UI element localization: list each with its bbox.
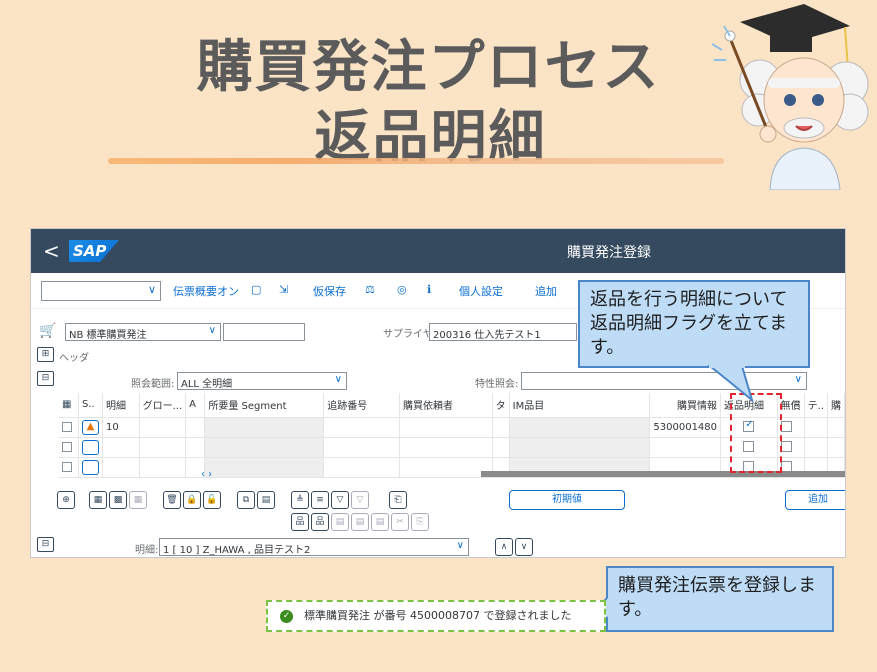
item-number-cell[interactable]: 10	[102, 417, 140, 438]
free-item-checkbox[interactable]	[780, 421, 792, 433]
column-header[interactable]: IM品目	[509, 393, 651, 418]
select-block-icon[interactable]: ▩	[109, 491, 127, 509]
back-icon[interactable]: <	[43, 239, 60, 263]
check-icon[interactable]: ⚖	[365, 283, 375, 296]
cart-icon: 🛒	[39, 323, 57, 339]
items-table: ▦ S.. 明細 グロー... A 所要量 Segment 追跡番号 購買依頼者…	[59, 393, 845, 478]
horizontal-scrollbar[interactable]	[481, 471, 845, 477]
po-number-input[interactable]	[223, 323, 305, 341]
column-header[interactable]: タ	[492, 393, 510, 418]
table-row[interactable]	[59, 437, 845, 458]
callout-register: 購買発注伝票を登録します。	[606, 566, 834, 632]
return-flag-highlight	[730, 393, 782, 473]
toolbar-select[interactable]: ∨	[41, 281, 161, 301]
row-selector[interactable]	[62, 421, 72, 432]
sort-asc-icon[interactable]: ≜	[291, 491, 309, 509]
success-message-text: 標準購買発注 が番号 4500008707 で登録されました	[304, 609, 572, 622]
professor-mascot-image	[711, 4, 869, 190]
doc-overview-button[interactable]: 伝票概要オン	[173, 283, 239, 299]
column-header[interactable]: 所要量 Segment	[204, 393, 325, 418]
chevron-down-icon: ∨	[456, 540, 464, 551]
deselect-icon[interactable]: ▦	[129, 491, 147, 509]
open-doc-icon[interactable]: ⇲	[279, 283, 288, 296]
info-record-cell[interactable]: 5300001480	[649, 417, 722, 438]
expand-header-icon[interactable]: ⊞	[37, 347, 54, 362]
table-row[interactable]: ▲ 10 5300001480	[59, 417, 845, 438]
column-header[interactable]: 追跡番号	[323, 393, 400, 418]
status-icon[interactable]	[82, 439, 100, 455]
collapse-detail-icon[interactable]: ⊟	[37, 537, 54, 552]
shell-bar: < SAP 購買発注登録	[31, 229, 845, 273]
scope-label: 照会範囲:	[131, 379, 175, 390]
chevron-down-icon: ∨	[794, 374, 802, 385]
callout-pointer	[707, 364, 754, 403]
clear-filter-icon[interactable]: ▽	[351, 491, 369, 509]
initial-values-button[interactable]: 初期値	[509, 490, 625, 510]
copy-icon[interactable]: ⧉	[237, 491, 255, 509]
filter-icon[interactable]: ▽	[331, 491, 349, 509]
column-header[interactable]: S..	[78, 393, 104, 418]
hierarchy-expand-icon[interactable]: 品	[311, 513, 329, 531]
scope-select[interactable]: ALL 全明細 ∨	[177, 372, 347, 390]
table-settings-icon[interactable]: ▦	[59, 393, 80, 418]
hold-button[interactable]: 仮保存	[313, 283, 346, 299]
column-header[interactable]: A	[185, 393, 206, 418]
paste-icon[interactable]: ⎘	[411, 513, 429, 531]
free-item-checkbox[interactable]	[780, 441, 792, 453]
detail-label: 明細:	[135, 545, 159, 556]
column-header[interactable]: テ..	[804, 393, 828, 418]
unlock-icon[interactable]: 🔓	[203, 491, 221, 509]
app-title: 購買発注登録	[567, 245, 651, 261]
more-button[interactable]: 追加	[535, 283, 557, 299]
scroll-arrows-icon[interactable]: ‹ ›	[201, 469, 212, 480]
services-icon[interactable]: ▤	[351, 513, 369, 531]
new-doc-icon[interactable]: ▢	[251, 283, 261, 296]
doc-type-select[interactable]: NB 標準購買発注 ∨	[65, 323, 221, 341]
select-all-icon[interactable]: ▦	[89, 491, 107, 509]
supplier-input[interactable]: 200316 仕入先テスト1	[429, 323, 577, 341]
print-preview-icon[interactable]: ◎	[397, 283, 407, 296]
account-icon[interactable]: ▤	[257, 491, 275, 509]
sap-logo: SAP	[69, 240, 119, 262]
chevron-down-icon: ∨	[147, 283, 156, 296]
warning-icon[interactable]: ▲	[82, 419, 100, 435]
detail-select[interactable]: 1 [ 10 ] Z_HAWA , 品目テスト2 ∨	[159, 538, 469, 556]
personal-settings-button[interactable]: 個人設定	[459, 283, 503, 299]
column-header[interactable]: 購買依頼者	[399, 393, 493, 418]
collapse-items-icon[interactable]: ⊟	[37, 371, 54, 386]
components-icon[interactable]: ▤	[371, 513, 389, 531]
sort-desc-icon[interactable]: ≡	[311, 491, 329, 509]
feature-select[interactable]: ∨	[521, 372, 807, 390]
chevron-down-icon: ∨	[334, 374, 342, 385]
column-header[interactable]: 明細	[102, 393, 140, 418]
add-button[interactable]: 追加	[785, 490, 845, 510]
row-selector[interactable]	[62, 461, 72, 472]
status-icon[interactable]	[82, 459, 100, 475]
info-icon[interactable]: ℹ	[427, 283, 431, 296]
column-header[interactable]: 購	[827, 393, 845, 418]
next-item-icon[interactable]: ∨	[515, 538, 533, 556]
header-label: ヘッダ	[59, 353, 89, 364]
document-icon[interactable]: ⎗	[389, 491, 407, 509]
chevron-down-icon: ∨	[208, 325, 216, 336]
feature-label: 特性照会:	[475, 379, 519, 390]
zoom-icon[interactable]: ⊕	[57, 491, 75, 509]
banner-underline	[108, 158, 724, 164]
previous-item-icon[interactable]: ∧	[495, 538, 513, 556]
success-check-icon: ✓	[280, 610, 293, 623]
detail-icon[interactable]: ▤	[331, 513, 349, 531]
delete-icon[interactable]: 🗑	[163, 491, 181, 509]
hierarchy-icon[interactable]: 品	[291, 513, 309, 531]
callout-return-flag: 返品を行う明細について返品明細フラグを立てます。	[578, 280, 810, 368]
lock-icon[interactable]: 🔒	[183, 491, 201, 509]
success-message-bar: ✓ 標準購買発注 が番号 4500008707 で登録されました	[266, 600, 606, 632]
row-selector[interactable]	[62, 441, 72, 452]
column-header[interactable]: グロー...	[139, 393, 187, 418]
cut-icon[interactable]: ✂	[391, 513, 409, 531]
